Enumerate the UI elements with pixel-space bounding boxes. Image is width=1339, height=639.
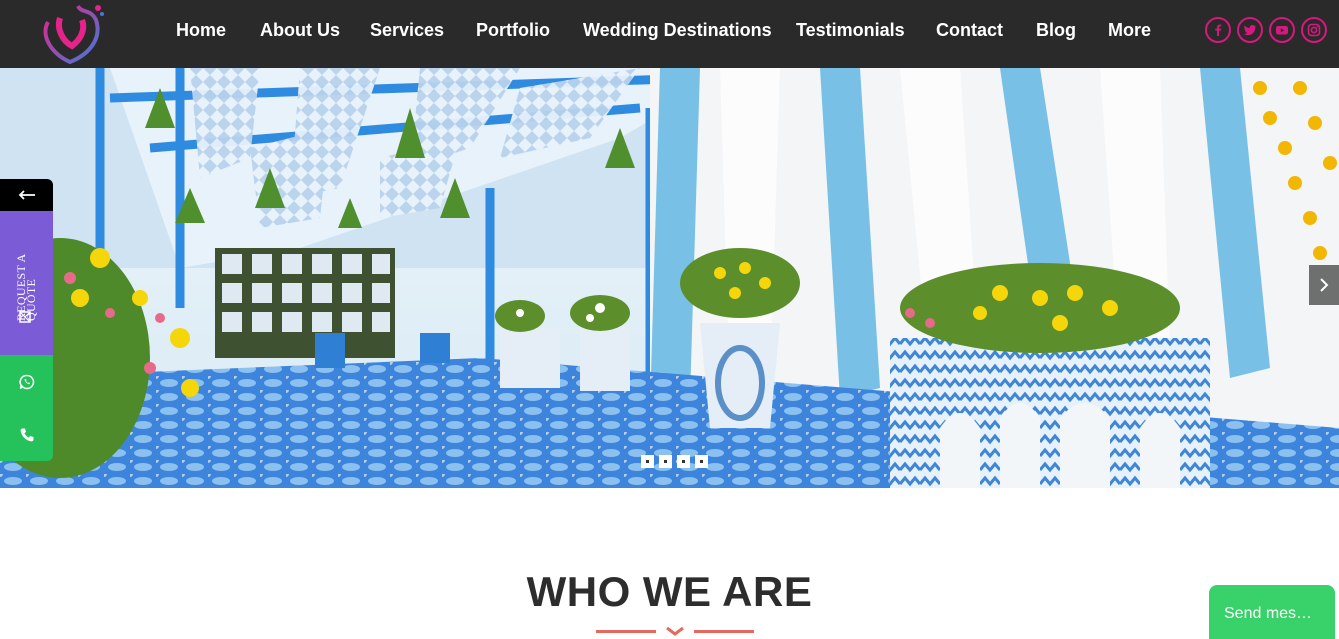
nav-about-us[interactable]: About Us [260, 20, 340, 41]
request-quote-button[interactable]: REQUEST A QUOTE [0, 211, 53, 355]
section-title: WHO WE ARE [526, 568, 813, 615]
phone-button[interactable] [0, 408, 53, 461]
slider-pagination [641, 455, 708, 468]
nav-blog[interactable]: Blog [1036, 20, 1076, 41]
nav-more[interactable]: More [1108, 20, 1151, 41]
nav-portfolio[interactable]: Portfolio [476, 20, 550, 41]
chat-send-message-button[interactable]: Send mes… [1209, 585, 1335, 639]
hero-image [0, 68, 1339, 488]
section-divider [596, 626, 754, 636]
hero-slideshow [0, 68, 1339, 488]
nav-services[interactable]: Services [370, 20, 444, 41]
nav-testimonials[interactable]: Testimonials [796, 20, 905, 41]
whatsapp-icon [18, 374, 34, 389]
instagram-icon[interactable] [1301, 17, 1327, 43]
nav-home[interactable]: Home [176, 20, 226, 41]
twitter-icon[interactable] [1237, 17, 1263, 43]
whatsapp-button[interactable] [0, 355, 53, 408]
slider-dot-2[interactable] [659, 455, 672, 468]
slider-dot-4[interactable] [695, 455, 708, 468]
nav-wedding-destinations[interactable]: Wedding Destinations [583, 20, 772, 41]
phone-icon [20, 428, 33, 441]
chevron-right-icon [1320, 278, 1329, 292]
request-quote-label: REQUEST A QUOTE [14, 254, 38, 321]
sidebar-collapse-button[interactable] [0, 179, 53, 211]
facebook-icon[interactable] [1205, 17, 1231, 43]
slider-dot-1[interactable] [641, 455, 654, 468]
slider-next-button[interactable] [1309, 265, 1339, 305]
site-header: Home About Us Services Portfolio Wedding… [0, 0, 1339, 68]
main-navigation: Home About Us Services Portfolio Wedding… [0, 0, 1339, 62]
youtube-icon[interactable] [1269, 17, 1295, 43]
slider-dot-3[interactable] [677, 455, 690, 468]
nav-contact[interactable]: Contact [936, 20, 1003, 41]
arrow-left-icon [18, 190, 35, 200]
mail-icon [19, 311, 31, 323]
